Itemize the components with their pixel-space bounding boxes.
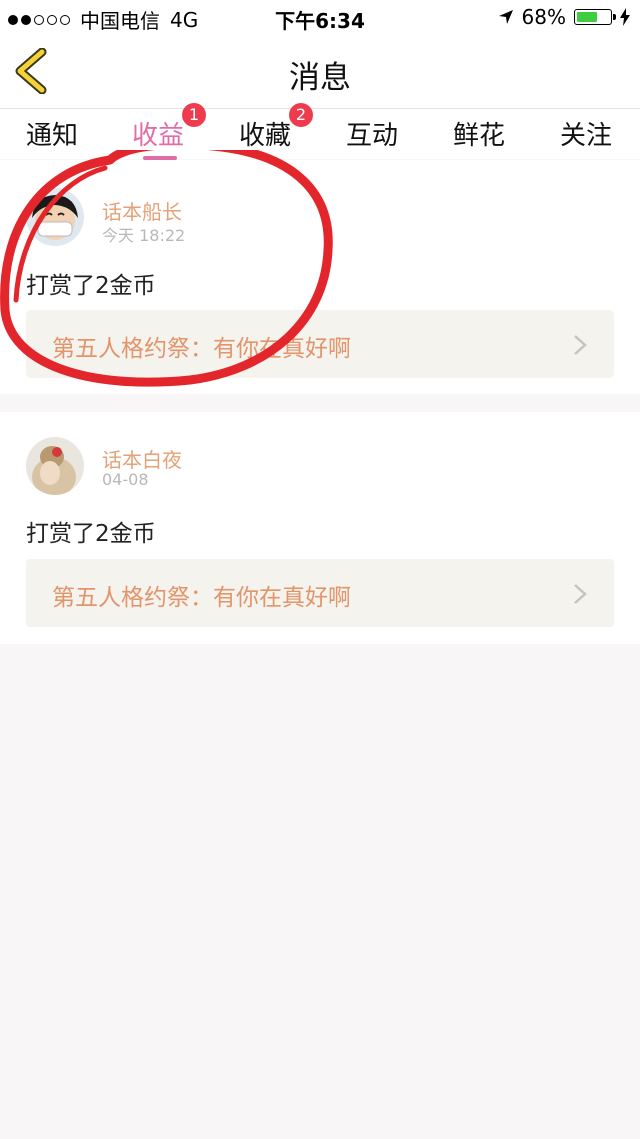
page-title: 消息 — [289, 60, 351, 96]
location-arrow-icon — [498, 10, 513, 24]
tab-label: 收藏 — [238, 121, 291, 151]
timestamp: 今天 18:22 — [102, 226, 186, 245]
list-item: 话本白夜 04-08 打赏了2金币 第五人格约祭：有你在真好啊 — [0, 412, 640, 644]
tab-label: 鲜花 — [452, 121, 505, 151]
battery-icon — [574, 9, 616, 25]
tab-flowers[interactable]: 鲜花 — [429, 115, 529, 152]
tab-label: 关注 — [559, 121, 612, 151]
charging-bolt-icon — [620, 8, 630, 26]
tab-badge: 2 — [289, 103, 313, 127]
story-link-title: 第五人格约祭：有你在真好啊 — [52, 585, 351, 611]
battery-percent: 68% — [521, 5, 566, 29]
story-link[interactable]: 第五人格约祭：有你在真好啊 — [26, 310, 614, 378]
story-link-title: 第五人格约祭：有你在真好啊 — [52, 336, 351, 362]
story-link[interactable]: 第五人格约祭：有你在真好啊 — [26, 559, 614, 627]
tab-label: 收益 — [131, 121, 184, 151]
tab-follows[interactable]: 关注 — [536, 115, 636, 152]
avatar-image — [26, 437, 84, 495]
message-text: 打赏了2金币 — [26, 273, 156, 299]
tab-label: 互动 — [345, 121, 398, 151]
avatar[interactable] — [26, 437, 84, 495]
tab-earnings[interactable]: 收益 1 — [108, 103, 208, 160]
avatar[interactable] — [26, 188, 84, 246]
list-item: 话本船长 今天 18:22 打赏了2金币 第五人格约祭：有你在真好啊 — [0, 160, 640, 394]
navigation-bar: 消息 — [0, 34, 640, 109]
chevron-right-icon — [574, 584, 587, 604]
avatar-image — [26, 188, 84, 246]
status-right: 68% — [498, 5, 630, 29]
tab-notifications[interactable]: 通知 — [2, 115, 102, 152]
tab-favorites[interactable]: 收藏 2 — [215, 103, 315, 152]
username[interactable]: 话本船长 — [102, 196, 182, 225]
tab-interactions[interactable]: 互动 — [322, 115, 422, 152]
tab-bar: 通知 收益 1 收藏 2 互动 鲜花 关注 — [0, 103, 640, 160]
tab-label: 通知 — [25, 121, 78, 151]
username[interactable]: 话本白夜 — [102, 444, 182, 473]
battery-fill — [577, 12, 598, 22]
tab-badge: 1 — [182, 103, 206, 127]
status-bar: 中国电信 4G 下午6:34 68% — [0, 0, 640, 34]
message-text: 打赏了2金币 — [26, 521, 156, 547]
timestamp: 04-08 — [102, 470, 149, 489]
chevron-right-icon — [574, 335, 587, 355]
